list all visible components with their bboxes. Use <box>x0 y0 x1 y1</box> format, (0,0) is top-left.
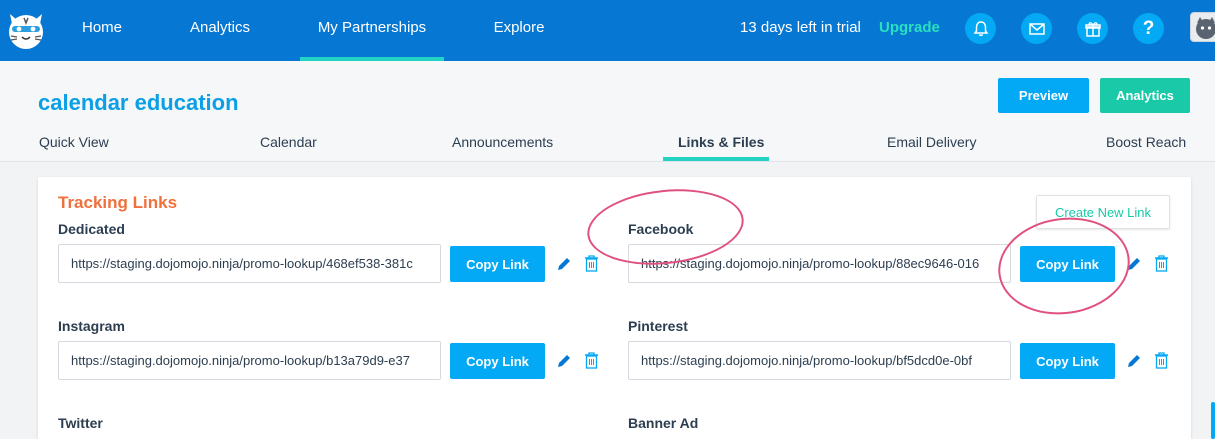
pencil-icon[interactable] <box>555 351 573 371</box>
trash-icon[interactable] <box>1152 350 1170 370</box>
nav-item-label: Explore <box>493 19 545 36</box>
pinterest-link-input[interactable] <box>628 341 1011 380</box>
page-title: calendar education <box>38 90 239 115</box>
copy-link-button-dedicated[interactable]: Copy Link <box>450 246 545 282</box>
nav-item-explore[interactable]: Explore <box>480 0 558 61</box>
copy-link-button-instagram[interactable]: Copy Link <box>450 343 545 379</box>
dedicated-link-input[interactable] <box>58 244 441 283</box>
field-label-facebook: Facebook <box>628 221 694 237</box>
pencil-icon[interactable] <box>1125 351 1143 371</box>
copy-link-button-facebook[interactable]: Copy Link <box>1020 246 1115 282</box>
section-title: Tracking Links <box>58 193 178 212</box>
tab-announcements[interactable]: Announcements <box>452 134 553 150</box>
trial-status-text: 13 days left in trial <box>740 19 861 36</box>
trash-icon[interactable] <box>582 350 600 370</box>
tab-boost-reach[interactable]: Boost Reach <box>1106 134 1186 150</box>
nav-item-label: Analytics <box>189 19 251 36</box>
field-label-dedicated: Dedicated <box>58 221 125 237</box>
partnership-header: calendar education Preview Analytics Qui… <box>0 61 1215 162</box>
tab-quick-view[interactable]: Quick View <box>39 134 109 150</box>
field-label-twitter: Twitter <box>58 415 103 431</box>
field-label-pinterest: Pinterest <box>628 318 688 334</box>
nav-item-my-partnerships[interactable]: My Partnerships <box>300 0 444 61</box>
field-label-banner-ad: Banner Ad <box>628 415 699 431</box>
facebook-link-input[interactable] <box>628 244 1011 283</box>
active-tab-indicator <box>663 157 769 161</box>
nav-item-home[interactable]: Home <box>62 0 142 61</box>
nav-item-label: Home <box>81 19 122 36</box>
nav-item-label: My Partnerships <box>317 19 427 36</box>
mail-icon[interactable] <box>1021 13 1052 44</box>
pencil-icon[interactable] <box>1125 254 1143 274</box>
bell-icon[interactable] <box>965 13 996 44</box>
tab-email-delivery[interactable]: Email Delivery <box>887 134 976 150</box>
create-new-link-button[interactable]: Create New Link <box>1036 195 1170 229</box>
tab-links-files[interactable]: Links & Files <box>678 134 764 150</box>
avatar[interactable] <box>1190 12 1215 42</box>
preview-button[interactable]: Preview <box>998 78 1089 113</box>
analytics-button[interactable]: Analytics <box>1100 78 1190 113</box>
instagram-link-input[interactable] <box>58 341 441 380</box>
tiger-logo-icon[interactable] <box>2 6 50 54</box>
field-label-instagram: Instagram <box>58 318 125 334</box>
upgrade-link[interactable]: Upgrade <box>879 0 940 56</box>
tracking-links-card: Tracking Links Create New Link Dedicated… <box>38 177 1191 439</box>
tab-calendar[interactable]: Calendar <box>260 134 317 150</box>
help-glyph: ? <box>1142 18 1155 39</box>
top-nav-bar: Home Analytics My Partnerships Explore 1… <box>0 0 1215 61</box>
help-icon[interactable]: ? <box>1133 13 1164 44</box>
trash-icon[interactable] <box>1152 253 1170 273</box>
gift-icon[interactable] <box>1077 13 1108 44</box>
copy-link-button-pinterest[interactable]: Copy Link <box>1020 343 1115 379</box>
scrollbar[interactable] <box>1211 402 1215 439</box>
nav-item-analytics[interactable]: Analytics <box>176 0 264 61</box>
trash-icon[interactable] <box>582 253 600 273</box>
pencil-icon[interactable] <box>555 254 573 274</box>
